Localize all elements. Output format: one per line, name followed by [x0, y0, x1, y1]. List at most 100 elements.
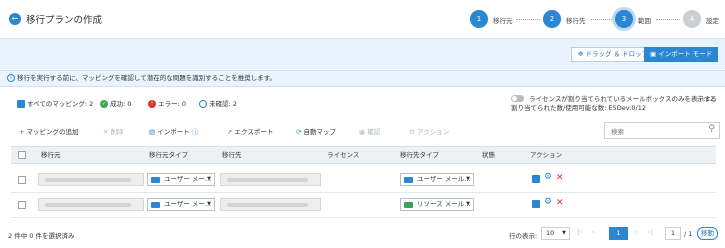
delete-row-icon[interactable]: ✕ — [556, 173, 564, 183]
gear-icon[interactable]: ⚙ — [544, 172, 552, 182]
unconfirmed-icon — [199, 100, 207, 108]
move-icon: ✥ — [578, 50, 584, 58]
info-icon: ⓘ — [191, 128, 199, 136]
import-file-icon: ▤ — [149, 128, 156, 136]
delete-row-icon[interactable]: ✕ — [556, 198, 564, 208]
action-button[interactable]: ⚙ アクション — [409, 126, 449, 138]
chevron-down-icon: ▼ — [466, 176, 470, 182]
selection-count: 2 件中 0 件を選択済み — [8, 232, 75, 240]
column-target[interactable]: 移行先 — [222, 147, 242, 164]
next-page-icon[interactable]: › — [635, 228, 638, 236]
grid-header: 移行元 移行元タイプ 移行先 ライセンス 移行先タイプ 状態 アクション — [11, 146, 716, 164]
page-total: / 1 — [684, 230, 693, 238]
mailbox-icon — [151, 177, 160, 183]
table-row: ユーザー メー... ▼ リソース メール... ▼ ⚙ ✕ — [11, 193, 716, 218]
prev-page-icon[interactable]: ‹ — [592, 228, 595, 236]
import-mode-button[interactable]: ▣ インポート モード — [644, 47, 719, 62]
step-2-circle: 2 — [543, 10, 561, 28]
search-placeholder: 検索 — [611, 128, 624, 136]
first-page-icon[interactable]: |‹ — [577, 228, 582, 236]
chevron-down-icon: ▼ — [562, 230, 566, 236]
toolbar: + マッピングの追加 ✕ 削除 ▤ インポート ⓘ ➚ エクスポート ⟳ 自動マ… — [0, 122, 725, 142]
step-1-label: 移行元 — [493, 17, 513, 25]
delete-button[interactable]: ✕ 削除 — [103, 126, 124, 138]
info-text: 移行を実行する前に、マッピングを確認して潜在的な問題を識別することを推奨します。 — [17, 74, 277, 82]
step-4-circle: 4 — [683, 10, 701, 28]
source-field[interactable] — [38, 198, 144, 211]
source-type-select[interactable]: ユーザー メー... ▼ — [147, 198, 215, 211]
filter-unconfirmed[interactable]: 未確認: 2 — [199, 98, 237, 110]
chevron-down-icon: ▼ — [466, 201, 470, 207]
close-icon: ✕ — [103, 128, 109, 136]
target-type-select[interactable]: リソース メール... ▼ — [400, 198, 474, 211]
column-license[interactable]: ライセンス — [327, 147, 359, 164]
table-row: ユーザー メー... ▼ ユーザー メール... ▼ ⚙ ✕ — [11, 168, 716, 193]
rows-per-page-label: 行の表示: — [509, 232, 538, 240]
license-toggle[interactable] — [511, 95, 524, 102]
status-filters: すべてのマッピング: 2 ✓ 成功: 0 ! エラー: 0 未確認: 2 ライセ… — [0, 93, 725, 115]
target-field[interactable] — [220, 173, 321, 186]
last-page-icon[interactable]: ›| — [648, 228, 653, 236]
back-arrow-icon[interactable]: ← — [9, 13, 21, 25]
step-1-circle: 1 — [470, 10, 488, 28]
export-arrow-icon: ➚ — [227, 128, 233, 136]
license-count: ⓘ:12 — [697, 95, 714, 103]
filter-success[interactable]: ✓ 成功: 0 — [100, 98, 131, 110]
search-input[interactable]: 検索 ⚲ — [604, 122, 720, 139]
confirm-row-icon[interactable] — [532, 175, 540, 183]
confirm-button[interactable]: ▣ 確認 — [359, 126, 380, 138]
target-field[interactable] — [220, 198, 321, 211]
column-target-type[interactable]: 移行先タイプ — [400, 147, 439, 164]
filter-error[interactable]: ! エラー: 0 — [148, 98, 186, 110]
step-2-label: 移行先 — [566, 17, 586, 25]
step-4-label: 設定 — [706, 17, 719, 25]
source-type-select[interactable]: ユーザー メー... ▼ — [147, 173, 215, 186]
row-checkbox[interactable] — [18, 176, 26, 184]
page-1-button[interactable]: 1 — [609, 227, 628, 240]
go-button[interactable]: 移動 — [697, 227, 718, 240]
column-source-type[interactable]: 移行元タイプ — [149, 147, 188, 164]
gear-icon: ⚙ — [409, 128, 415, 136]
mapping-icon — [17, 100, 25, 108]
source-field[interactable] — [38, 173, 144, 186]
row-checkbox[interactable] — [18, 201, 26, 209]
refresh-icon: ⟳ — [296, 128, 302, 136]
confirm-row-icon[interactable] — [532, 200, 540, 208]
select-all-checkbox[interactable] — [18, 151, 26, 159]
step-connector — [516, 19, 540, 20]
resource-icon — [404, 202, 413, 208]
column-source[interactable]: 移行元 — [41, 147, 61, 164]
error-icon: ! — [148, 100, 156, 108]
page-title: 移行プランの作成 — [26, 15, 103, 26]
info-bar: i 移行を実行する前に、マッピングを確認して潜在的な問題を識別することを推奨しま… — [0, 70, 725, 87]
add-mapping-button[interactable]: + マッピングの追加 — [19, 126, 79, 138]
rows-per-page-select[interactable]: 10 ▼ — [541, 227, 570, 240]
mode-banner: ✥ ドラッグ ＆ ドロップ ▣ インポート モード — [0, 38, 725, 69]
filter-all-mappings[interactable]: すべてのマッピング: 2 — [17, 98, 93, 110]
plus-icon: + — [19, 128, 25, 136]
step-connector — [591, 19, 612, 20]
title-bar: ← 移行プランの作成 1 移行元 2 移行先 3 範囲 4 設定 — [0, 0, 725, 38]
target-type-select[interactable]: ユーザー メール... ▼ — [400, 173, 474, 186]
step-3-circle: 3 — [615, 10, 633, 28]
drag-drop-button[interactable]: ✥ ドラッグ ＆ ドロップ — [571, 47, 656, 62]
step-connector — [656, 19, 680, 20]
chevron-down-icon: ▼ — [207, 176, 211, 182]
mailbox-icon — [151, 202, 160, 208]
document-icon: ▣ — [650, 50, 657, 58]
column-action[interactable]: アクション — [530, 147, 562, 164]
automap-button[interactable]: ⟳ 自動マップ — [296, 126, 336, 138]
chevron-down-icon: ▼ — [207, 201, 211, 207]
assigned-count-line: 割り当てられた数/使用可能な数: E5Dev:0/12 — [511, 104, 646, 112]
check-circle-icon: ✓ — [100, 100, 108, 108]
info-icon: i — [7, 74, 15, 82]
license-toggle-label: ライセンスが割り当てられているメールボックスのみを表示する — [529, 95, 717, 103]
gear-icon[interactable]: ⚙ — [544, 197, 552, 207]
page-number-input[interactable]: 1 — [665, 227, 681, 240]
export-button[interactable]: ➚ エクスポート — [227, 126, 273, 138]
import-button[interactable]: ▤ インポート ⓘ — [149, 126, 198, 138]
step-3-label: 範囲 — [638, 17, 651, 25]
confirm-icon: ▣ — [359, 128, 366, 136]
column-status[interactable]: 状態 — [482, 147, 495, 164]
mailbox-icon — [404, 177, 413, 183]
